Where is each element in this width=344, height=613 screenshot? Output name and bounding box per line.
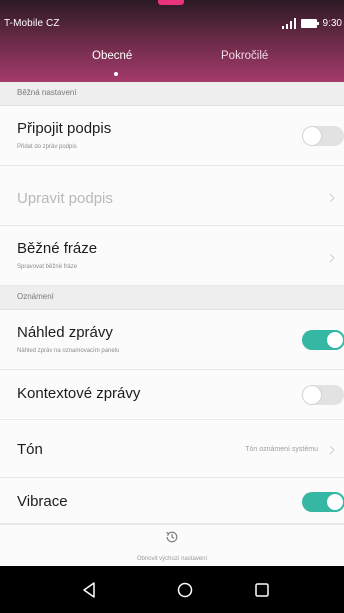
setting-context-messages[interactable]: Kontextové zprávy xyxy=(0,370,344,420)
battery-icon xyxy=(300,18,319,28)
setting-vibration[interactable]: Vibrace xyxy=(0,478,344,524)
top-screen-marker xyxy=(158,0,184,5)
recent-square-icon[interactable] xyxy=(251,579,273,601)
attach-signature-toggle[interactable] xyxy=(302,126,344,146)
setting-tone[interactable]: Tón Tón oznámení systému xyxy=(0,420,344,478)
toggle-knob xyxy=(325,492,344,512)
tone-value: Tón oznámení systému xyxy=(245,446,318,453)
setting-message-preview[interactable]: Náhled zprávy Náhled zpráv na oznamovací… xyxy=(0,310,344,370)
section-notifications-header: Oznámení xyxy=(0,286,344,310)
system-navigation-bar xyxy=(0,566,344,613)
message-preview-title: Náhled zprávy xyxy=(17,324,113,341)
carrier-name: T-Mobile CZ xyxy=(4,18,60,29)
setting-edit-signature[interactable]: Upravit podpis xyxy=(0,166,344,226)
back-triangle-icon[interactable] xyxy=(78,579,100,601)
settings-tab-bar: Obecné Pokročilé xyxy=(0,40,344,82)
chevron-right-icon xyxy=(329,253,335,263)
selected-tab-indicator xyxy=(114,72,118,76)
vibration-title: Vibrace xyxy=(17,493,68,510)
history-icon xyxy=(166,531,178,543)
setting-quick-phrases[interactable]: Běžné fráze Spravovat běžné fráze xyxy=(0,226,344,286)
section-general-header: Běžná nastavení xyxy=(0,82,344,106)
status-clock: 9:30 xyxy=(322,17,342,29)
context-messages-title: Kontextové zprávy xyxy=(17,385,141,402)
message-preview-toggle[interactable] xyxy=(302,330,344,350)
attach-signature-subtitle: Přidat do zpráv podpis xyxy=(17,144,77,150)
status-bar: T-Mobile CZ 9:30 xyxy=(0,0,344,40)
messaging-settings-screen: T-Mobile CZ 9:30 Obecné Pokročilé Běžná … xyxy=(0,0,344,613)
quick-phrases-title: Běžné fráze xyxy=(17,240,98,257)
tab-general[interactable]: Obecné xyxy=(92,50,132,62)
setting-attach-signature[interactable]: Připojit podpis Přidat do zpráv podpis xyxy=(0,106,344,166)
attach-signature-title: Připojit podpis xyxy=(17,120,112,137)
edit-signature-title: Upravit podpis xyxy=(17,190,113,207)
toggle-knob xyxy=(302,385,322,405)
tab-advanced[interactable]: Pokročilé xyxy=(221,50,268,62)
section-general-label: Běžná nastavení xyxy=(17,88,77,97)
status-icons: 9:30 xyxy=(281,16,342,30)
home-circle-icon[interactable] xyxy=(174,579,196,601)
signal-icon xyxy=(281,18,296,29)
section-notifications-label: Oznámení xyxy=(17,292,54,301)
quick-phrases-subtitle: Spravovat běžné fráze xyxy=(17,264,78,270)
reset-defaults-label: Obnovit výchozí nastavení xyxy=(136,556,208,562)
context-messages-toggle[interactable] xyxy=(302,385,344,405)
tone-title: Tón xyxy=(17,441,43,458)
chevron-right-icon xyxy=(329,445,335,455)
chevron-right-icon xyxy=(329,193,335,203)
vibration-toggle[interactable] xyxy=(302,492,344,512)
reset-defaults-button[interactable]: Obnovit výchozí nastavení xyxy=(0,524,344,566)
toggle-knob xyxy=(325,330,344,350)
toggle-knob xyxy=(302,126,322,146)
message-preview-subtitle: Náhled zpráv na oznamovacím panelu xyxy=(17,348,120,354)
